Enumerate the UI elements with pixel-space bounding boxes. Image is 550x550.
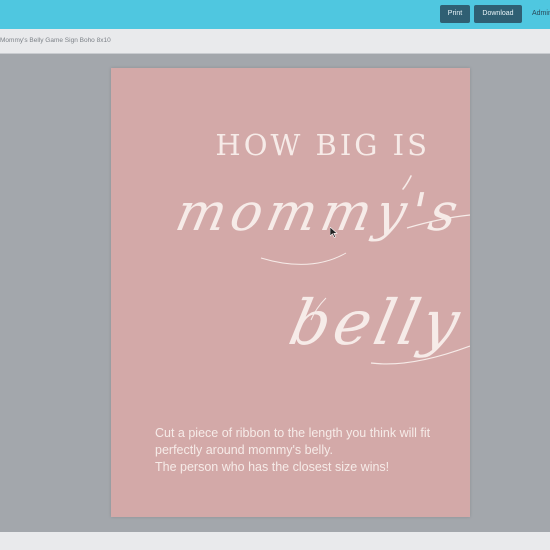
bottom-status-bar [0, 532, 550, 550]
top-toolbar: Print Download Admin [0, 0, 550, 29]
sign-script-mommys: mommy's [170, 183, 468, 243]
sign-preview: HOW BIG IS mommy's belly Cut a piece of … [111, 68, 470, 517]
instruction-line: Cut a piece of ribbon to the length you … [155, 426, 431, 440]
download-button[interactable]: Download [474, 5, 522, 23]
admin-link[interactable]: Admin [532, 5, 550, 23]
instruction-line: The person who has the closest size wins… [155, 460, 390, 474]
mouse-cursor-icon [330, 227, 338, 238]
document-title-bar: Mommy's Belly Game Sign Boho 8x10 [0, 29, 550, 54]
sign-script-belly: belly [283, 286, 470, 359]
instruction-line: perfectly around mommy's belly. [155, 443, 333, 457]
print-button[interactable]: Print [440, 5, 470, 23]
sign-instructions: Cut a piece of ribbon to the length you … [155, 425, 455, 476]
document-title: Mommy's Belly Game Sign Boho 8x10 [0, 37, 111, 44]
